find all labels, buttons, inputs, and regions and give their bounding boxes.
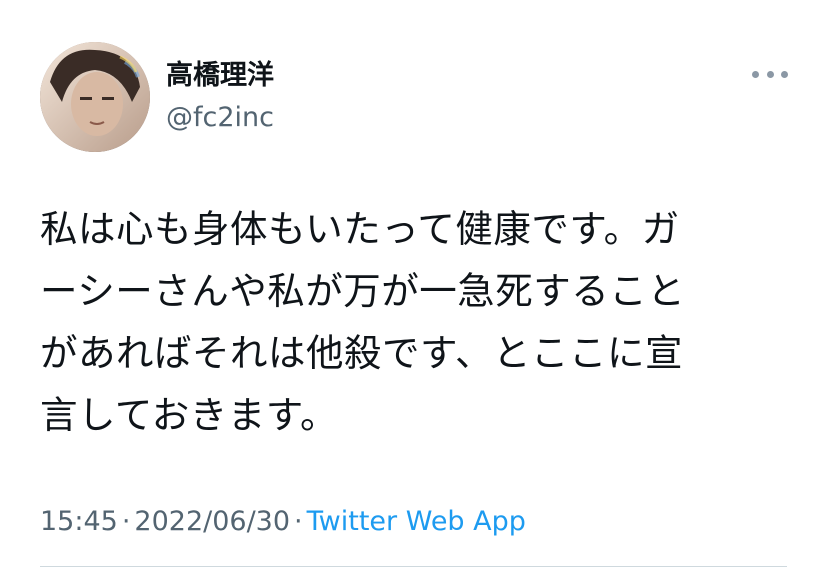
tweet-time[interactable]: 15:45 [40, 506, 118, 537]
avatar-image [40, 42, 150, 152]
profile-avatar[interactable] [40, 42, 150, 152]
dot-icon [766, 70, 774, 78]
tweet-metadata: 15:45 · 2022/06/30 · Twitter Web App [40, 502, 526, 542]
tweet-source-link[interactable]: Twitter Web App [307, 506, 526, 537]
divider [40, 566, 787, 567]
separator: · [121, 506, 131, 537]
user-handle[interactable]: @fc2inc [166, 100, 274, 136]
separator: · [294, 506, 303, 537]
more-options-icon[interactable] [752, 64, 788, 84]
tweet-date[interactable]: 2022/06/30 [134, 506, 290, 537]
display-name[interactable]: 高橋理洋 [166, 58, 274, 94]
dot-icon [752, 70, 759, 78]
tweet-text: 私は心も身体もいたって健康です。ガ ーシーさんや私が万が一急死すること があれば… [40, 207, 686, 437]
dot-icon [781, 70, 788, 78]
tweet-card: 高橋理洋 @fc2inc 私は心も身体もいたって健康です。ガ ーシーさんや私が万… [0, 0, 827, 570]
